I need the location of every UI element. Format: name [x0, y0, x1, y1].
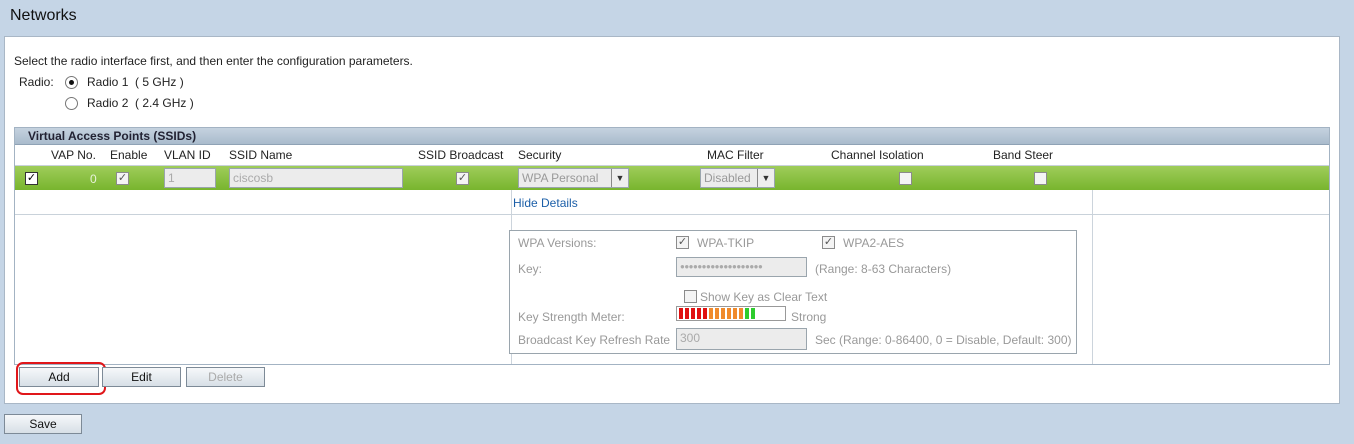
security-details-box: WPA Versions: ✓ WPA-TKIP ✓ WPA2-AES Key:… — [509, 230, 1077, 354]
band-steer-checkbox[interactable] — [1034, 172, 1047, 185]
header-vap-no: VAP No. — [51, 148, 96, 162]
radio-label: Radio: — [19, 75, 54, 89]
wpa2-aes-label: WPA2-AES — [843, 236, 905, 250]
header-enable: Enable — [110, 148, 148, 162]
delete-button[interactable]: Delete — [186, 367, 265, 387]
header-channel-isolation: Channel Isolation — [831, 148, 924, 162]
wpa-tkip-label: WPA-TKIP — [697, 236, 755, 250]
wpa-versions-label: WPA Versions: — [518, 236, 597, 250]
header-ssid-broadcast: SSID Broadcast — [418, 148, 504, 162]
radio-2-button[interactable] — [65, 96, 78, 110]
key-label: Key: — [518, 262, 543, 276]
add-button[interactable]: Add — [19, 367, 99, 387]
wpa2-aes-checkbox[interactable]: ✓ — [822, 236, 835, 249]
vap-row-selected[interactable]: ✓ 0 ✓ 1 ciscosb ✓ WPA Personal ▼ Disable… — [15, 166, 1329, 190]
enable-checkbox[interactable]: ✓ — [116, 172, 129, 185]
key-range-text: (Range: 8-63 Characters) — [815, 262, 952, 276]
refresh-range-text: Sec (Range: 0-86400, 0 = Disable, Defaul… — [815, 333, 1072, 347]
mac-filter-select[interactable]: Disabled ▼ — [700, 168, 775, 188]
key-strength-value: Strong — [791, 310, 827, 324]
save-button[interactable]: Save — [4, 414, 82, 434]
ssid-broadcast-checkbox[interactable]: ✓ — [456, 172, 469, 185]
radio-2-option[interactable]: Radio 2 ( 2.4 GHz ) — [65, 96, 194, 110]
radio-1-band: ( 5 GHz ) — [135, 75, 184, 89]
vap-table-title: Virtual Access Points (SSIDs) — [15, 128, 1329, 145]
networks-panel: Select the radio interface first, and th… — [4, 36, 1340, 404]
radio-1-button[interactable] — [65, 75, 78, 89]
instruction-text: Select the radio interface first, and th… — [14, 54, 413, 68]
channel-isolation-checkbox[interactable] — [899, 172, 912, 185]
refresh-rate-label: Broadcast Key Refresh Rate — [518, 333, 671, 347]
key-strength-meter — [676, 306, 786, 321]
header-ssid-name: SSID Name — [229, 148, 293, 162]
header-band-steer: Band Steer — [993, 148, 1054, 162]
security-value: WPA Personal — [522, 171, 599, 185]
vap-no-value: 0 — [90, 172, 97, 186]
key-field[interactable]: ●●●●●●●●●●●●●●●●●●● — [676, 257, 807, 277]
show-key-label: Show Key as Clear Text — [700, 290, 828, 304]
ssid-name-field[interactable]: ciscosb — [229, 168, 403, 188]
hide-details-row: Hide Details — [15, 190, 1329, 215]
wpa-tkip-checkbox[interactable]: ✓ — [676, 236, 689, 249]
radio-1-label: Radio 1 — [87, 75, 129, 89]
radio-2-label: Radio 2 — [87, 96, 129, 110]
edit-button[interactable]: Edit — [102, 367, 181, 387]
radio-1-option[interactable]: Radio 1 ( 5 GHz ) — [65, 75, 184, 89]
hide-details-link[interactable]: Hide Details — [513, 196, 578, 210]
row-select-checkbox[interactable]: ✓ — [25, 172, 38, 185]
header-security: Security — [518, 148, 562, 162]
chevron-down-icon: ▼ — [757, 169, 774, 187]
refresh-rate-field[interactable]: 300 — [676, 328, 807, 350]
vap-table: Virtual Access Points (SSIDs) VAP No. En… — [14, 127, 1330, 365]
page-title: Networks — [10, 7, 77, 24]
show-key-checkbox[interactable] — [684, 290, 697, 303]
chevron-down-icon: ▼ — [611, 169, 628, 187]
vap-header-row: VAP No. Enable VLAN ID SSID Name SSID Br… — [15, 145, 1329, 166]
header-mac-filter: MAC Filter — [707, 148, 764, 162]
radio-2-band: ( 2.4 GHz ) — [135, 96, 194, 110]
mac-filter-value: Disabled — [704, 171, 751, 185]
vlan-id-field[interactable]: 1 — [164, 168, 216, 188]
key-strength-label: Key Strength Meter: — [518, 310, 625, 324]
header-vlan-id: VLAN ID — [164, 148, 211, 162]
security-select[interactable]: WPA Personal ▼ — [518, 168, 629, 188]
